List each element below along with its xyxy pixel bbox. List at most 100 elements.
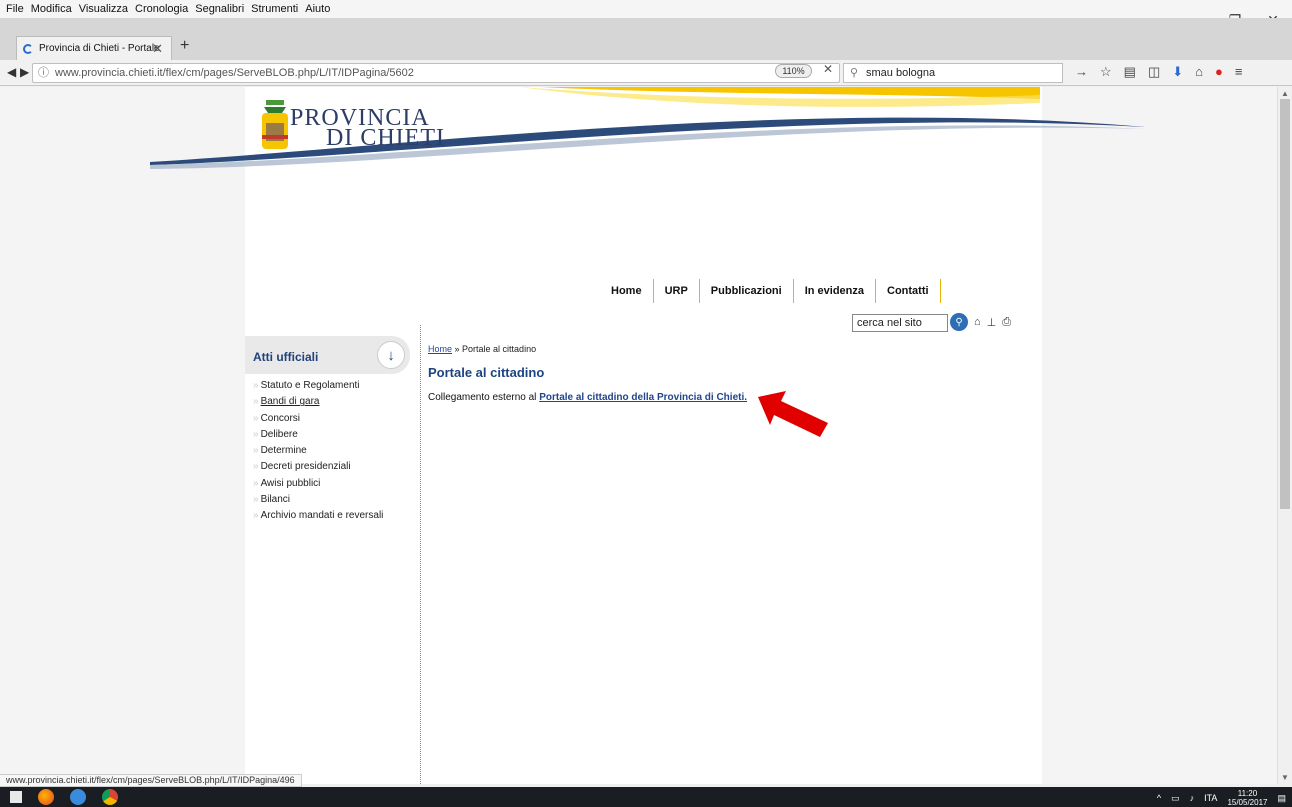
sidebar-item-label: Decreti presidenziali xyxy=(260,461,351,473)
sidebar-item-label: Concorsi xyxy=(260,412,301,424)
nav-urp[interactable]: URP xyxy=(654,279,700,303)
menu-modifica[interactable]: Modifica xyxy=(31,3,72,15)
menu-hamburger-icon[interactable]: ≡ xyxy=(1235,64,1243,80)
chevron-right-icon: » xyxy=(253,380,259,391)
page-scrollbar[interactable]: ▲ ▼ xyxy=(1277,87,1292,784)
sidebar-item-label: Archivio mandati e reversali xyxy=(260,510,384,522)
red-arrow-annotation xyxy=(758,391,828,437)
windows-start-icon[interactable] xyxy=(10,791,22,803)
column-divider xyxy=(420,325,421,784)
zoom-indicator[interactable]: 110% xyxy=(775,64,812,78)
sitemap-icon[interactable]: ⊥ xyxy=(987,316,997,329)
nav-in-evidenza[interactable]: In evidenza xyxy=(794,279,876,303)
chevron-right-icon: » xyxy=(253,477,259,489)
provincia-crest-logo xyxy=(262,100,288,149)
tray-chevron-icon[interactable]: ^ xyxy=(1157,793,1161,803)
download-icon[interactable]: ⬇ xyxy=(1172,64,1183,80)
clock-time: 11:20 xyxy=(1237,789,1258,798)
go-arrow-icon[interactable]: → xyxy=(1075,64,1088,80)
app-icon[interactable] xyxy=(70,789,86,805)
breadcrumb-home[interactable]: Home xyxy=(428,344,452,354)
volume-icon[interactable]: ♪ xyxy=(1190,793,1195,803)
sidebar-item-label: Delibere xyxy=(260,428,298,440)
tab-bar: Provincia di Chieti - Portale ✕ + xyxy=(0,18,1292,60)
url-text: www.provincia.chieti.it/flex/cm/pages/Se… xyxy=(55,67,414,79)
menu-file[interactable]: File xyxy=(6,3,24,15)
new-tab-icon[interactable]: + xyxy=(180,37,189,55)
notifications-icon[interactable]: ▤ xyxy=(1277,793,1286,804)
print-icon[interactable]: ⎙ xyxy=(1002,316,1011,329)
page-title: Portale al cittadino xyxy=(428,365,545,380)
scrollbar-thumb[interactable] xyxy=(1280,99,1290,509)
site-info-icon[interactable]: ⓘ xyxy=(38,64,49,82)
menu-cronologia[interactable]: Cronologia xyxy=(135,3,188,15)
arrow-down-icon[interactable]: ↓ xyxy=(377,341,405,369)
close-tab-icon[interactable]: ✕ xyxy=(152,41,163,57)
nav-pubblicazioni[interactable]: Pubblicazioni xyxy=(700,279,794,303)
sidebar-title: Atti ufficiali xyxy=(253,350,319,364)
menu-bar: File Modifica Visualizza Cronologia Segn… xyxy=(0,0,1292,18)
breadcrumb-current: Portale al cittadino xyxy=(462,344,537,354)
chevron-right-icon: » xyxy=(253,510,259,522)
sidebar-item-archivio[interactable]: » Archivio mandati e reversali xyxy=(253,510,383,526)
body-text-prefix: Collegamento esterno al xyxy=(428,392,540,403)
scroll-up-icon[interactable]: ▲ xyxy=(1281,89,1289,98)
nav-home[interactable]: Home xyxy=(600,279,654,303)
sidebar-item-label: Awisi pubblici xyxy=(260,477,321,489)
breadcrumb: Home » Portale al cittadino xyxy=(428,344,536,354)
body-text: Collegamento esterno al Portale al citta… xyxy=(428,392,747,403)
forward-icon[interactable]: ▶ xyxy=(20,65,29,79)
stop-icon[interactable]: ✕ xyxy=(823,62,833,76)
clock[interactable]: 11:20 15/05/2017 xyxy=(1227,789,1267,807)
chevron-right-icon: » xyxy=(253,412,259,424)
sidebar-item-bilanci[interactable]: » Bilanci xyxy=(253,494,383,510)
sidebar-item-bandi[interactable]: » Bandi di gara xyxy=(253,396,383,412)
clock-date: 15/05/2017 xyxy=(1227,798,1268,807)
sidebar-item-decreti[interactable]: » Decreti presidenziali xyxy=(253,461,383,477)
sidebar-item-determine[interactable]: » Determine xyxy=(253,445,383,461)
pocket-icon[interactable]: ◫ xyxy=(1148,64,1160,80)
search-go-icon[interactable]: ⚲ xyxy=(950,313,968,331)
nav-contatti[interactable]: Contatti xyxy=(876,279,941,303)
bookmarks-list-icon[interactable]: ▤ xyxy=(1124,64,1136,80)
browser-tab[interactable]: Provincia di Chieti - Portale ✕ xyxy=(16,36,172,60)
chrome-icon[interactable] xyxy=(102,789,118,805)
sidebar-item-delibere[interactable]: » Delibere xyxy=(253,429,383,445)
loading-spinner-icon xyxy=(23,43,33,54)
bookmark-star-icon[interactable]: ☆ xyxy=(1100,64,1112,80)
adblock-icon[interactable]: ● xyxy=(1215,64,1223,80)
navigation-bar: ◀ ▶ ⓘ www.provincia.chieti.it/flex/cm/pa… xyxy=(0,60,1292,86)
top-navigation: Home URP Pubblicazioni In evidenza Conta… xyxy=(600,279,941,303)
toolbar-icons: → ☆ ▤ ◫ ⬇ ⌂ ● ≡ xyxy=(1075,64,1242,80)
home-icon[interactable]: ⌂ xyxy=(1195,64,1203,80)
tab-title: Provincia di Chieti - Portale xyxy=(39,43,160,54)
site-search-input[interactable] xyxy=(852,314,948,332)
chevron-right-icon: » xyxy=(253,445,259,457)
firefox-icon[interactable] xyxy=(38,789,54,805)
menu-segnalibri[interactable]: Segnalibri xyxy=(195,3,244,15)
sidebar-item-concorsi[interactable]: » Concorsi xyxy=(253,413,383,429)
scroll-down-icon[interactable]: ▼ xyxy=(1281,773,1289,782)
menu-strumenti[interactable]: Strumenti xyxy=(251,3,298,15)
menu-visualizza[interactable]: Visualizza xyxy=(79,3,128,15)
network-icon[interactable]: ▭ xyxy=(1171,793,1180,804)
portale-cittadino-link[interactable]: Portale al cittadino della Provincia di … xyxy=(539,392,747,403)
menu-aiuto[interactable]: Aiuto xyxy=(305,3,330,15)
search-bar[interactable]: ⚲ smau bologna xyxy=(843,63,1063,83)
header-swoosh xyxy=(150,87,1145,169)
chevron-right-icon: » xyxy=(253,461,259,473)
home-small-icon[interactable]: ⌂ xyxy=(974,316,981,328)
language-indicator[interactable]: ITA xyxy=(1204,793,1217,803)
breadcrumb-separator: » xyxy=(452,344,463,354)
back-icon[interactable]: ◀ xyxy=(7,65,16,79)
sidebar-header: Atti ufficiali ↓ xyxy=(245,336,410,374)
url-bar[interactable]: ⓘ www.provincia.chieti.it/flex/cm/pages/… xyxy=(32,63,840,83)
chevron-right-icon: » xyxy=(253,428,259,440)
sidebar-item-statuto[interactable]: » Statuto e Regolamenti xyxy=(253,380,383,396)
sidebar-item-label: Bandi di gara xyxy=(260,396,320,408)
status-bar: www.provincia.chieti.it/flex/cm/pages/Se… xyxy=(0,774,302,787)
windows-taskbar: ^ ▭ ♪ ITA 11:20 15/05/2017 ▤ xyxy=(0,787,1292,807)
search-value: smau bologna xyxy=(866,67,936,79)
sidebar-item-avvisi[interactable]: » Awisi pubblici xyxy=(253,478,383,494)
sidebar-item-label: Determine xyxy=(260,445,307,457)
